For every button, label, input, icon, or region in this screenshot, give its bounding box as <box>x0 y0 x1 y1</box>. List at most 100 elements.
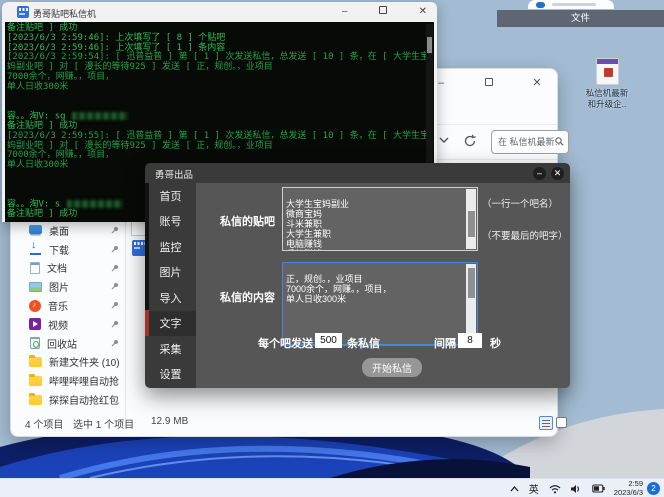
sidebar-item-label: 图片 <box>49 283 69 295</box>
content-textarea[interactable]: 正，规创。，业项目 7000余个，网赚。，项目， 单人日收300米 <box>282 262 478 345</box>
app-minimize-button[interactable]: – <box>533 167 546 180</box>
app-nav-item[interactable]: 图片 <box>145 260 196 286</box>
sidebar-item-label: 下载 <box>49 245 69 257</box>
app-nav-label: 监控 <box>159 241 182 254</box>
app-nav-item[interactable]: 文字 <box>145 310 196 336</box>
terminal-log-line: 7000余个，网赚。，项目， <box>7 71 424 83</box>
log-text: 单人日收300米 <box>7 81 69 92</box>
navpane-divider <box>125 219 126 419</box>
terminal-close-button[interactable]: ✕ <box>419 4 427 20</box>
input-language-indicator[interactable]: 英 <box>529 481 539 496</box>
sidebar-item-label: 探探自动抢红包 <box>49 396 119 408</box>
sidebar-item[interactable]: 回收站 <box>15 334 123 353</box>
terminal-minimize-button[interactable]: – <box>342 4 348 20</box>
maximize-icon <box>485 78 493 86</box>
scrollbar-thumb[interactable] <box>427 37 432 53</box>
scrollbar-thumb[interactable] <box>467 268 475 298</box>
volume-icon[interactable] <box>570 484 582 494</box>
log-text: [2023/6/3 2:59:54]: [ 迅普益普 ] 第 [ 1 ] 次发送… <box>7 52 429 63</box>
sidebar-item[interactable]: 视频 <box>15 315 123 334</box>
bars-textarea[interactable]: 大学生宝妈副业 微商宝妈 斗米兼职 大学生兼职 电脑赚钱 手机赚钱 网投副业 <box>282 187 478 251</box>
status-item-count: 4 个项目 <box>25 420 64 431</box>
desktop-shortcut[interactable]: 私信机最新 和升级企.. <box>570 58 644 118</box>
app-title: 勇哥出品 <box>155 170 194 181</box>
sidebar-item-icon <box>29 392 42 405</box>
sidebar-item[interactable]: 哔哩哔哩自动抢红包 <box>15 371 123 390</box>
tab-title-smudge <box>552 3 596 6</box>
app-nav-item[interactable]: 账号 <box>145 209 196 235</box>
log-text: 7000余个，网赚。，项目， <box>7 71 115 82</box>
sidebar-item-icon <box>30 337 40 350</box>
status-selected-count: 选中 1 个项目 <box>73 420 135 431</box>
bars-scrollbar[interactable] <box>466 189 476 249</box>
log-text: [2023/6/3 2:59:46]: 上次填写了 [ 8 ] 个贴吧 <box>7 32 226 43</box>
explorer-close-button[interactable]: ✕ <box>525 73 549 93</box>
app-nav-item[interactable]: 采集 <box>145 336 196 362</box>
terminal-maximize-button[interactable] <box>379 4 388 20</box>
terminal-app-icon <box>17 6 29 18</box>
hint-one-per-line: （一行一个吧名） <box>482 199 559 210</box>
explorer-maximize-button[interactable] <box>477 73 501 93</box>
per-bar-count-input[interactable] <box>315 333 342 348</box>
notification-badge: 2 <box>647 482 660 495</box>
sidebar-item[interactable]: 图片 <box>15 277 123 296</box>
app-nav-item[interactable]: 监控 <box>145 234 196 260</box>
sidebar-item-icon <box>29 224 42 234</box>
interval-input[interactable] <box>458 333 482 348</box>
log-text: 备注贴吧 ] 成功 <box>7 120 78 131</box>
scrollbar-thumb[interactable] <box>467 211 475 237</box>
redacted-text <box>66 200 123 209</box>
tray-chevron-up-icon[interactable] <box>510 485 519 492</box>
log-text: 备注贴吧 ] 成功 <box>7 23 78 33</box>
sidebar-item-label: 视频 <box>48 320 68 332</box>
sidebar-item-label: 回收站 <box>47 339 77 351</box>
sidebar-item[interactable]: 文档 <box>15 259 123 278</box>
wifi-icon[interactable] <box>549 484 561 494</box>
thumbnail-view-button[interactable] <box>556 417 567 428</box>
file-menu-button[interactable]: 文件 <box>497 10 664 27</box>
sidebar-item[interactable]: 探探自动抢红包 <box>15 390 123 409</box>
pin-icon <box>111 245 119 253</box>
taskbar: 英 2:59 2023/6/3 2 <box>0 478 664 497</box>
sidebar-item-label: 音乐 <box>48 302 68 314</box>
sidebar-item[interactable]: 桌面 <box>15 221 123 240</box>
sidebar-item[interactable]: 新建文件夹 (10) <box>15 353 123 372</box>
content-scrollbar[interactable] <box>466 264 476 343</box>
sidebar-item[interactable]: 下载 <box>15 239 123 259</box>
start-message-button[interactable]: 开始私信 <box>362 358 422 377</box>
details-view-button[interactable] <box>539 416 553 430</box>
sidebar-item-icon <box>29 354 42 367</box>
app-close-button[interactable]: ✕ <box>551 167 564 180</box>
sidebar-item-icon <box>29 281 42 292</box>
taskbar-clock[interactable]: 2:59 2023/6/3 <box>614 479 643 497</box>
app-nav-label: 首页 <box>159 190 182 203</box>
app-nav-label: 设置 <box>159 369 182 382</box>
sidebar-item[interactable]: 音乐 <box>15 296 123 315</box>
terminal-log-line: 单人日收300米 <box>7 81 424 93</box>
app-nav-label: 导入 <box>159 292 182 305</box>
content-field-label: 私信的内容 <box>220 292 275 304</box>
terminal-log-line <box>7 93 424 103</box>
battery-icon[interactable] <box>592 484 605 493</box>
app-nav-scrollbar[interactable] <box>145 183 149 313</box>
per-bar-prefix-label: 每个吧发送 <box>258 338 313 350</box>
chevron-down-icon[interactable] <box>439 137 449 144</box>
sidebar-item-icon <box>29 373 42 386</box>
refresh-icon[interactable] <box>463 134 477 148</box>
pin-icon <box>111 339 119 347</box>
app-nav-label: 采集 <box>159 343 182 356</box>
terminal-log-line <box>7 102 424 112</box>
search-input[interactable]: 在 私信机最新… <box>491 130 569 154</box>
pin-icon <box>111 320 119 328</box>
shortcut-app-icon <box>595 58 619 85</box>
quick-access-list: 桌面 下载 文档 <box>15 221 123 409</box>
sidebar-item-icon <box>29 239 42 256</box>
app-nav-item[interactable]: 设置 <box>145 362 196 388</box>
app-nav: 首页 账号 监控 图片 导入 文字 采集 设置 <box>145 183 196 388</box>
shortcut-caption-line1: 私信机最新 <box>585 88 629 98</box>
explorer-ribbon-tab[interactable] <box>528 0 614 9</box>
app-nav-item[interactable]: 首页 <box>145 183 196 209</box>
content-text: 正，规创。，业项目 7000余个，网赚。，项目， 单人日收300米 <box>286 274 392 304</box>
bars-field-label: 私信的贴吧 <box>220 216 275 228</box>
app-nav-item[interactable]: 导入 <box>145 285 196 311</box>
